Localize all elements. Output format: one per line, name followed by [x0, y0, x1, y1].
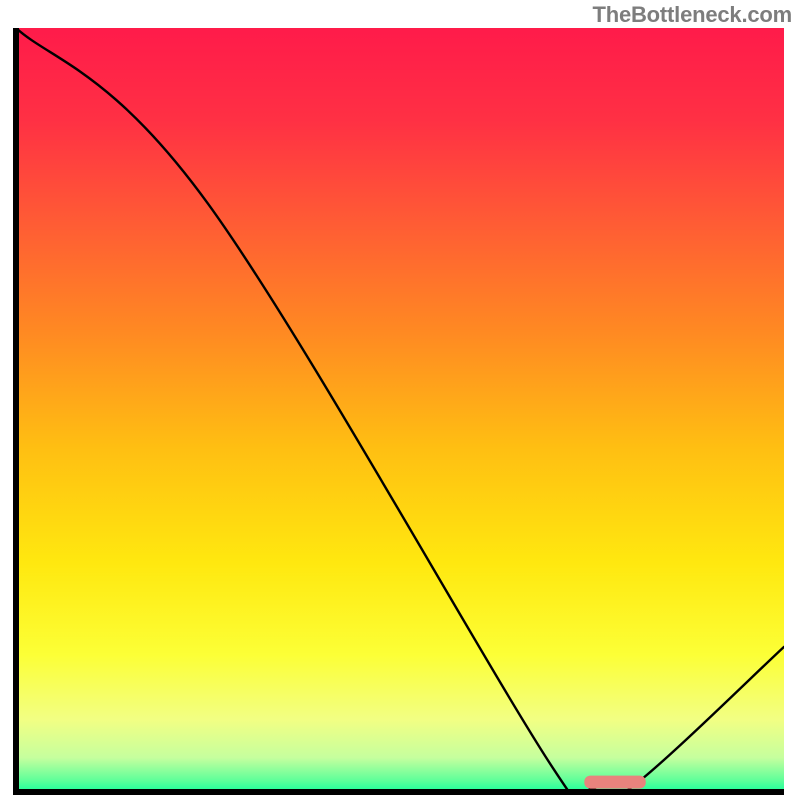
- plot-background: [16, 28, 784, 792]
- watermark-text: TheBottleneck.com: [592, 2, 792, 28]
- bottleneck-chart: [0, 0, 800, 800]
- optimal-marker: [584, 776, 645, 789]
- chart-container: TheBottleneck.com: [0, 0, 800, 800]
